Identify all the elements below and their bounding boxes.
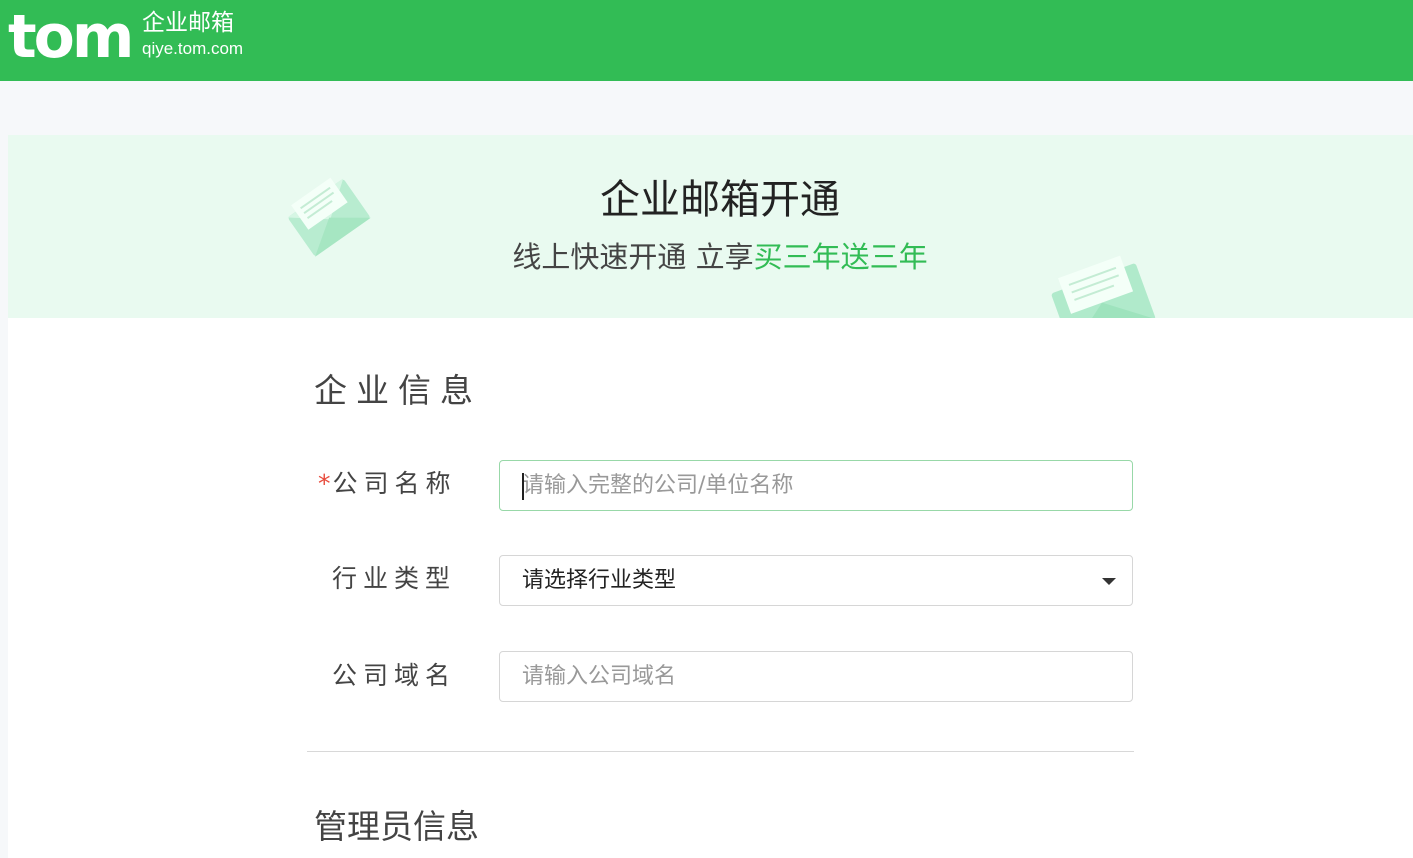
banner-subtitle: 线上快速开通 立享买三年送三年: [8, 239, 1413, 275]
subtitle-plain: 线上快速开通 立享: [512, 240, 754, 274]
chevron-down-icon[interactable]: [1102, 578, 1116, 585]
industry-type-label: 行业类型: [332, 564, 457, 593]
company-name-placeholder: 请输入完整的公司/单位名称: [522, 473, 794, 498]
promo-banner: 企业邮箱开通 线上快速开通 立享买三年送三年: [8, 135, 1413, 318]
banner-title: 企业邮箱开通: [600, 177, 840, 223]
section-divider: [307, 751, 1134, 752]
company-domain-placeholder: 请输入公司域名: [522, 664, 677, 689]
company-domain-input[interactable]: 请输入公司域名: [499, 651, 1133, 702]
subtitle-highlight: 买三年送三年: [753, 240, 928, 274]
company-domain-label: 公司域名: [332, 661, 457, 690]
company-name-label: *公司名称: [318, 468, 468, 500]
company-info-heading: 企业信息: [314, 371, 482, 410]
required-mark: *: [318, 469, 331, 498]
admin-info-heading: 管理员信息: [314, 807, 479, 846]
text-cursor: [522, 473, 524, 500]
industry-type-select[interactable]: 请选择行业类型: [499, 555, 1133, 606]
industry-type-selected: 请选择行业类型: [522, 568, 677, 593]
form-panel: 企业信息 *公司名称 请输入完整的公司/单位名称 行业类型 请选择行业类型 公司…: [8, 318, 1413, 858]
top-header: tom 企业邮箱 qiye.tom.com: [0, 0, 1413, 81]
tom-logo[interactable]: tom: [8, 2, 134, 72]
company-name-label-text: 公司名称: [332, 469, 457, 498]
logo-product-name: 企业邮箱: [142, 10, 234, 36]
logo-domain: qiye.tom.com: [142, 39, 244, 58]
company-name-input[interactable]: 请输入完整的公司/单位名称: [499, 460, 1133, 511]
